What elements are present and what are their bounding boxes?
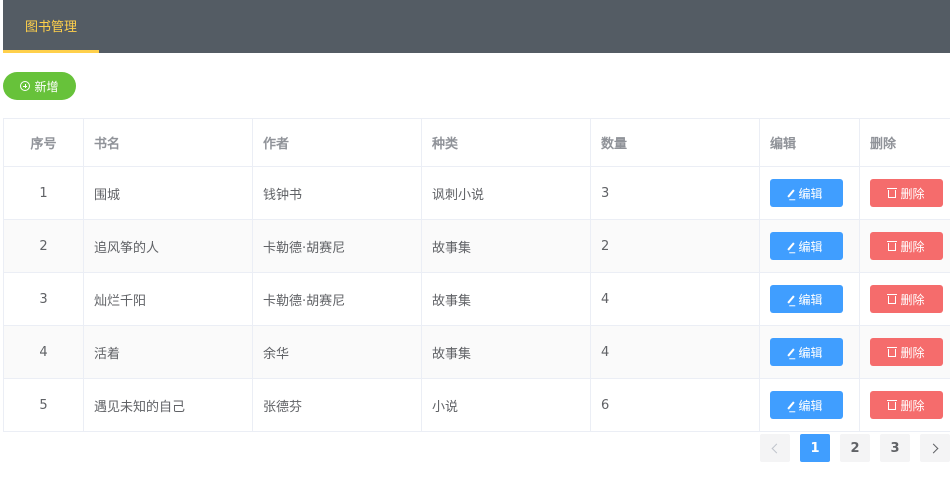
- books-table: 序号 书名 作者 种类 数量 编辑 删除 1 围城 钱钟书 讽刺小说 3 编辑 删除 2 追风筝…: [3, 118, 950, 432]
- edit-button-label: 编辑: [798, 345, 823, 360]
- cell-edit: 编辑: [760, 167, 860, 219]
- delete-button[interactable]: 删除: [870, 285, 943, 313]
- page-button-2[interactable]: 2: [840, 434, 870, 462]
- header-author[interactable]: 作者: [253, 119, 422, 166]
- pagination: 1 2 3: [760, 434, 950, 462]
- cell-title: 遇见未知的自己: [84, 379, 253, 431]
- edit-button[interactable]: 编辑: [770, 179, 843, 207]
- table-row: 3 灿烂千阳 卡勒德·胡赛尼 故事集 4 编辑 删除: [4, 273, 950, 326]
- delete-button-label: 删除: [900, 292, 925, 307]
- table-body: 1 围城 钱钟书 讽刺小说 3 编辑 删除 2 追风筝的人 卡勒德·胡赛尼 故事集 2 编辑 删除 3 灿烂千…: [4, 167, 950, 432]
- cell-quantity: 3: [591, 167, 760, 219]
- edit-button-label: 编辑: [798, 398, 823, 413]
- cell-title: 追风筝的人: [84, 220, 253, 272]
- cell-index: 3: [4, 273, 84, 325]
- cell-delete: 删除: [860, 326, 950, 378]
- trash-icon: [887, 188, 898, 198]
- delete-button-label: 删除: [900, 398, 925, 413]
- app: 图书管理 新增 序号 书名 作者 种类 数量 编辑 删除 1 围城 钱钟书 讽刺小说 3…: [0, 0, 950, 498]
- top-navbar: 图书管理: [3, 0, 950, 53]
- table-header-row: 序号 书名 作者 种类 数量 编辑 删除: [4, 119, 950, 167]
- cell-author: 余华: [253, 326, 422, 378]
- cell-quantity: 2: [591, 220, 760, 272]
- delete-button[interactable]: 删除: [870, 338, 943, 366]
- trash-icon: [887, 241, 898, 251]
- pencil-icon: [787, 400, 796, 410]
- cell-index: 2: [4, 220, 84, 272]
- cell-delete: 删除: [860, 379, 950, 431]
- cell-quantity: 4: [591, 326, 760, 378]
- delete-button-label: 删除: [900, 345, 925, 360]
- cell-author: 张德芬: [253, 379, 422, 431]
- delete-button[interactable]: 删除: [870, 179, 943, 207]
- delete-button-label: 删除: [900, 239, 925, 254]
- cell-category: 故事集: [422, 326, 591, 378]
- edit-button[interactable]: 编辑: [770, 338, 843, 366]
- cell-delete: 删除: [860, 167, 950, 219]
- next-page-button[interactable]: [920, 434, 950, 462]
- table-row: 5 遇见未知的自己 张德芬 小说 6 编辑 删除: [4, 379, 950, 432]
- nav-tab-book-management[interactable]: 图书管理: [3, 0, 99, 53]
- cell-edit: 编辑: [760, 326, 860, 378]
- delete-button[interactable]: 删除: [870, 391, 943, 419]
- header-index[interactable]: 序号: [4, 119, 84, 166]
- cell-author: 卡勒德·胡赛尼: [253, 273, 422, 325]
- cell-title: 灿烂千阳: [84, 273, 253, 325]
- edit-button[interactable]: 编辑: [770, 391, 843, 419]
- cell-title: 围城: [84, 167, 253, 219]
- pencil-icon: [787, 188, 796, 198]
- cell-author: 钱钟书: [253, 167, 422, 219]
- cell-quantity: 6: [591, 379, 760, 431]
- cell-author: 卡勒德·胡赛尼: [253, 220, 422, 272]
- cell-index: 1: [4, 167, 84, 219]
- cell-edit: 编辑: [760, 273, 860, 325]
- page-button-3[interactable]: 3: [880, 434, 910, 462]
- trash-icon: [887, 347, 898, 357]
- table-row: 1 围城 钱钟书 讽刺小说 3 编辑 删除: [4, 167, 950, 220]
- edit-button[interactable]: 编辑: [770, 285, 843, 313]
- delete-button[interactable]: 删除: [870, 232, 943, 260]
- add-button[interactable]: 新增: [3, 72, 76, 100]
- pencil-icon: [787, 241, 796, 251]
- add-button-label: 新增: [34, 79, 59, 94]
- header-quantity[interactable]: 数量: [591, 119, 760, 166]
- page-button-1[interactable]: 1: [800, 434, 830, 462]
- pencil-icon: [787, 347, 796, 357]
- circle-plus-icon: [20, 81, 31, 91]
- header-delete: 删除: [870, 137, 897, 152]
- trash-icon: [887, 294, 898, 304]
- table-row: 4 活着 余华 故事集 4 编辑 删除: [4, 326, 950, 379]
- cell-title: 活着: [84, 326, 253, 378]
- cell-category: 故事集: [422, 273, 591, 325]
- trash-icon: [887, 400, 898, 410]
- cell-delete: 删除: [860, 273, 950, 325]
- chevron-right-icon: [928, 443, 939, 453]
- cell-index: 4: [4, 326, 84, 378]
- cell-quantity: 4: [591, 273, 760, 325]
- edit-button-label: 编辑: [798, 186, 823, 201]
- cell-category: 讽刺小说: [422, 167, 591, 219]
- header-category[interactable]: 种类: [422, 119, 591, 166]
- cell-index: 5: [4, 379, 84, 431]
- cell-edit: 编辑: [760, 379, 860, 431]
- header-title[interactable]: 书名: [84, 119, 253, 166]
- pencil-icon: [787, 294, 796, 304]
- edit-button[interactable]: 编辑: [770, 232, 843, 260]
- edit-button-label: 编辑: [798, 239, 823, 254]
- cell-category: 小说: [422, 379, 591, 431]
- chevron-left-icon: [771, 443, 782, 453]
- prev-page-button[interactable]: [760, 434, 790, 462]
- table-row: 2 追风筝的人 卡勒德·胡赛尼 故事集 2 编辑 删除: [4, 220, 950, 273]
- cell-delete: 删除: [860, 220, 950, 272]
- edit-button-label: 编辑: [798, 292, 823, 307]
- cell-edit: 编辑: [760, 220, 860, 272]
- delete-button-label: 删除: [900, 186, 925, 201]
- header-edit: 编辑: [760, 119, 860, 166]
- cell-category: 故事集: [422, 220, 591, 272]
